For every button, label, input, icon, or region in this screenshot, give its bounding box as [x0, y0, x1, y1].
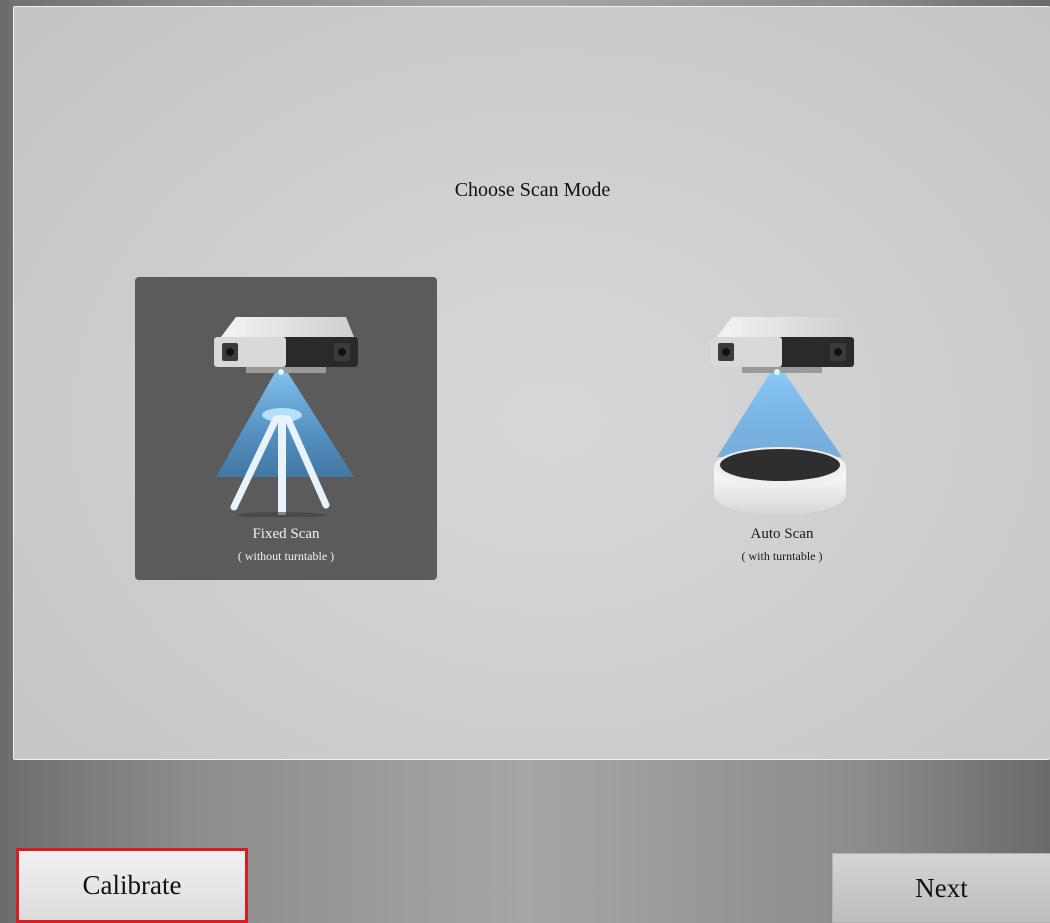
- fixed-scan-card[interactable]: Fixed Scan ( without turntable ): [135, 277, 437, 580]
- scanner-turntable-icon: [710, 317, 854, 515]
- mode-subtitle: ( with turntable ): [741, 549, 823, 563]
- mode-name: Fixed Scan: [252, 526, 320, 542]
- auto-scan-card[interactable]: Auto Scan ( with turntable ): [631, 277, 933, 580]
- scan-mode-window: Choose Scan Mode Fixed Scan (without tu…: [0, 0, 1050, 923]
- window-left-edge: [0, 0, 8, 923]
- scanner-tripod-icon: [214, 317, 358, 517]
- calibrate-button[interactable]: Calibrate: [16, 848, 248, 923]
- page-title: Choose Scan Mode: [454, 179, 611, 201]
- mode-name: Auto Scan: [750, 526, 814, 542]
- mode-selection-panel: Choose Scan Mode Fixed Scan (without tu…: [13, 6, 1050, 760]
- mode-subtitle: ( without turntable ): [237, 549, 335, 563]
- next-button[interactable]: Next: [832, 853, 1050, 923]
